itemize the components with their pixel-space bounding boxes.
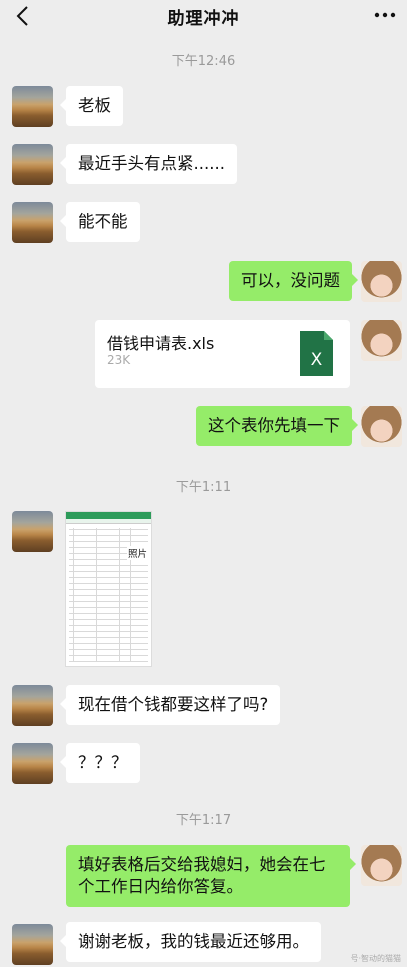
avatar-boss[interactable]: [12, 86, 53, 127]
top-bar: 助理冲冲: [0, 0, 407, 34]
excel-icon-letter: X: [311, 350, 323, 370]
message-bubble-incoming[interactable]: 老板: [60, 86, 123, 126]
timestamp: 下午1:17: [175, 813, 232, 828]
message-bubble-incoming[interactable]: 谢谢老板，我的钱最近还够用。: [60, 922, 321, 962]
file-name: 借钱申请表.xls: [107, 334, 215, 353]
more-options-icon[interactable]: [373, 8, 397, 22]
message-bubble-outgoing[interactable]: 可以，没问题: [229, 261, 358, 301]
spreadsheet-screenshot-image[interactable]: 照片: [65, 511, 152, 667]
sheet-toolbar: [66, 512, 151, 519]
avatar-assistant[interactable]: [361, 406, 402, 447]
avatar-boss[interactable]: [12, 743, 53, 784]
avatar-boss[interactable]: [12, 202, 53, 243]
watermark: 号·智动的猫猫: [350, 954, 401, 963]
avatar-boss[interactable]: [12, 511, 53, 552]
file-size: 23K: [107, 353, 131, 367]
avatar-boss[interactable]: [12, 924, 53, 965]
avatar-boss[interactable]: [12, 144, 53, 185]
chat-title: 助理冲冲: [167, 9, 240, 29]
message-bubble-incoming[interactable]: 最近手头有点紧......: [60, 144, 237, 184]
avatar-assistant[interactable]: [361, 261, 402, 302]
message-bubble-incoming[interactable]: ？？？: [60, 743, 140, 783]
sheet-photo-label: 照片: [127, 546, 149, 560]
sheet-tabs: [66, 519, 151, 524]
avatar-boss[interactable]: [12, 685, 53, 726]
file-message-card[interactable]: 借钱申请表.xls 23K X: [95, 320, 350, 388]
timestamp: 下午1:11: [175, 480, 232, 495]
message-bubble-incoming[interactable]: 现在借个钱都要这样了吗?: [59, 685, 281, 725]
avatar-assistant[interactable]: [361, 845, 402, 886]
excel-file-icon: X: [300, 331, 333, 376]
message-bubble-incoming[interactable]: 能不能: [60, 202, 140, 242]
timestamp: 下午12:46: [171, 54, 236, 69]
avatar-assistant[interactable]: [361, 320, 402, 361]
message-bubble-outgoing[interactable]: 填好表格后交给我媳妇，她会在七个工作日内给你答复。: [66, 845, 356, 907]
message-bubble-outgoing[interactable]: 这个表你先填一下: [196, 406, 358, 446]
